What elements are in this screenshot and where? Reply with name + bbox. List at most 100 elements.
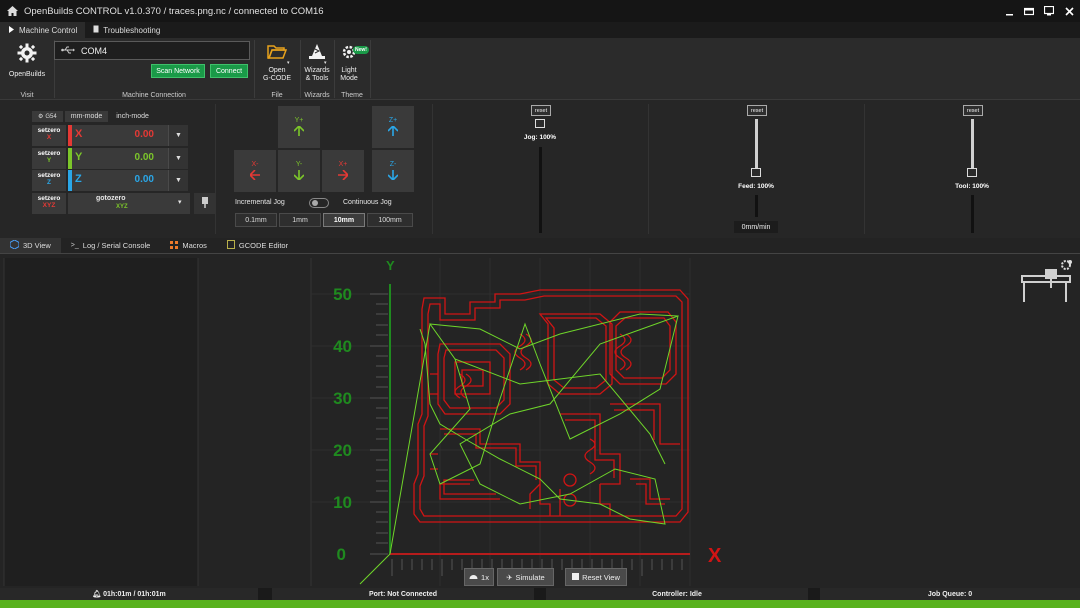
axis-menu-y-button[interactable]: ▼ <box>168 148 188 169</box>
toolpath-canvas[interactable]: Y X 50 40 30 20 10 0 <box>0 254 1080 588</box>
tool-slider-track[interactable] <box>971 119 974 173</box>
feed-override-slider: reset Feed: 100% 0mm/min <box>726 105 786 235</box>
gotozero-button[interactable]: gotozero XYZ ▾ <box>68 193 190 214</box>
light-label: Light <box>341 67 357 74</box>
probe-icon <box>201 196 209 211</box>
setzero-y-button[interactable]: setzero Y <box>32 148 66 169</box>
setzero-axis-y: Y <box>46 157 52 164</box>
axis-color-bar <box>68 148 72 169</box>
minimize-icon[interactable] <box>1002 4 1016 18</box>
main-tab-bar: Machine Control Troubleshooting <box>0 22 1080 38</box>
axis-name-x: X <box>75 128 83 140</box>
axis-menu-x-button[interactable]: ▼ <box>168 125 188 146</box>
tab-inch-mode[interactable]: inch-mode <box>110 111 155 122</box>
setzero-label: setzero <box>37 172 61 179</box>
arrow-right-icon <box>338 168 349 182</box>
tab-3d-view[interactable]: 3D View <box>0 238 61 253</box>
usb-icon <box>55 46 81 56</box>
axis-color-bar <box>68 125 72 146</box>
view-tab-bar: 3D View >_ Log / Serial Console Macros G… <box>0 238 1080 254</box>
setzero-label: setzero <box>37 127 61 134</box>
axis-name-y: Y <box>75 151 83 163</box>
speed-button[interactable]: 1x <box>464 568 494 586</box>
tab-label: Machine Control <box>19 25 78 35</box>
tool-reset-button[interactable]: reset <box>963 105 983 116</box>
feed-slider-track[interactable] <box>755 119 758 173</box>
arrow-up-icon <box>293 124 305 138</box>
setzero-x-button[interactable]: setzero X <box>32 125 66 146</box>
feed-reset-button[interactable]: reset <box>747 105 767 116</box>
step-10mm-button[interactable]: 10mm <box>323 213 365 227</box>
jog-slider-track[interactable] <box>539 147 542 233</box>
axis-value-y: 0.00 <box>134 152 154 163</box>
feed-slider-thumb[interactable] <box>751 168 761 177</box>
probe-button[interactable] <box>194 193 216 214</box>
setzero-z-button[interactable]: setzero Z <box>32 170 66 191</box>
simulate-button[interactable]: ✈ Simulate <box>497 568 554 586</box>
jog-label: Z- <box>389 160 397 168</box>
jog-reset-button[interactable]: reset <box>531 105 551 116</box>
arrow-down-icon <box>387 169 399 182</box>
jog-x-minus-button[interactable]: X- <box>234 150 276 192</box>
setzero-label: setzero <box>37 150 61 157</box>
reset-view-button[interactable]: Reset View <box>565 568 627 586</box>
jog-y-minus-button[interactable]: Y- <box>278 150 320 192</box>
y-tick-label: 40 <box>333 337 352 356</box>
dropdown-caret-icon: ▾ <box>324 60 327 66</box>
group-label-theme: Theme <box>341 92 363 99</box>
window-title: OpenBuilds CONTROL v1.0.370 / traces.png… <box>24 5 324 17</box>
setzero-axis-x: X <box>46 134 52 141</box>
group-label-file: File <box>271 92 283 99</box>
caret-down-icon: ▾ <box>178 199 182 206</box>
controller-status: Controller: Idle <box>546 588 808 600</box>
setzero-label: setzero <box>37 195 61 202</box>
axis-menu-z-button[interactable]: ▼ <box>168 170 188 191</box>
wizards-tools-button[interactable]: Wizards & Tools <box>300 44 334 83</box>
dro-row-y: setzero Y Y 0.00 ▼ <box>32 148 188 169</box>
step-1mm-button[interactable]: 1mm <box>279 213 321 227</box>
openbuilds-button[interactable]: OpenBuilds <box>6 43 48 79</box>
port-status: Port: Not Connected <box>272 588 534 600</box>
tool-slider-track-lower <box>971 195 974 233</box>
jog-z-plus-button[interactable]: Z+ <box>372 106 414 148</box>
feed-rate-display: 0mm/min <box>734 221 778 233</box>
maximize-icon[interactable] <box>1042 4 1056 18</box>
tab-macros[interactable]: Macros <box>160 238 217 253</box>
home-icon <box>6 5 18 17</box>
tab-gcode-editor[interactable]: GCODE Editor <box>217 238 298 253</box>
tab-mm-mode[interactable]: mm-mode <box>64 111 109 122</box>
3d-viewer[interactable]: Y X 50 40 30 20 10 0 <box>0 254 1080 588</box>
tools-label: & Tools <box>305 75 329 82</box>
jog-z-minus-button[interactable]: Z- <box>372 150 414 192</box>
step-100mm-button[interactable]: 100mm <box>367 213 413 227</box>
jog-mode-toggle[interactable] <box>309 198 329 208</box>
new-badge: New! <box>353 46 369 54</box>
tab-label: GCODE Editor <box>238 241 289 250</box>
axis-value-z: 0.00 <box>134 174 154 185</box>
jog-x-plus-button[interactable]: X+ <box>322 150 364 192</box>
scan-network-button[interactable]: Scan Network <box>151 64 205 78</box>
plane-icon: ✈ <box>506 572 513 582</box>
gcode-label: G-CODE <box>263 75 291 82</box>
step-0-1mm-button[interactable]: 0.1mm <box>235 213 277 227</box>
y-tick-label: 50 <box>333 285 352 304</box>
setzero-axes-all: XYZ <box>42 202 56 209</box>
tab-troubleshooting[interactable]: Troubleshooting <box>85 22 168 38</box>
tool-slider-thumb[interactable] <box>967 168 977 177</box>
square-icon <box>572 572 580 582</box>
tab-serial-console[interactable]: >_ Log / Serial Console <box>61 238 161 253</box>
bell-icon: 🔔︎ <box>92 591 102 598</box>
jog-slider-thumb[interactable] <box>535 119 545 128</box>
close-icon[interactable] <box>1062 4 1076 18</box>
arrow-up-icon <box>387 124 399 138</box>
setzero-all-button[interactable]: setzero XYZ <box>32 193 66 214</box>
incremental-jog-label: Incremental Jog <box>235 199 285 206</box>
connect-button[interactable]: Connect <box>210 64 248 78</box>
tab-machine-control[interactable]: Machine Control <box>0 22 86 38</box>
open-gcode-button[interactable]: Open G-CODE <box>258 44 296 83</box>
port-select[interactable]: COM4 <box>54 41 250 60</box>
restore-icon[interactable] <box>1022 4 1036 18</box>
jog-override-slider: reset Jog: 100% <box>510 105 570 235</box>
wcs-button[interactable]: ⚙ G54 <box>32 111 63 122</box>
jog-y-plus-button[interactable]: Y+ <box>278 106 320 148</box>
